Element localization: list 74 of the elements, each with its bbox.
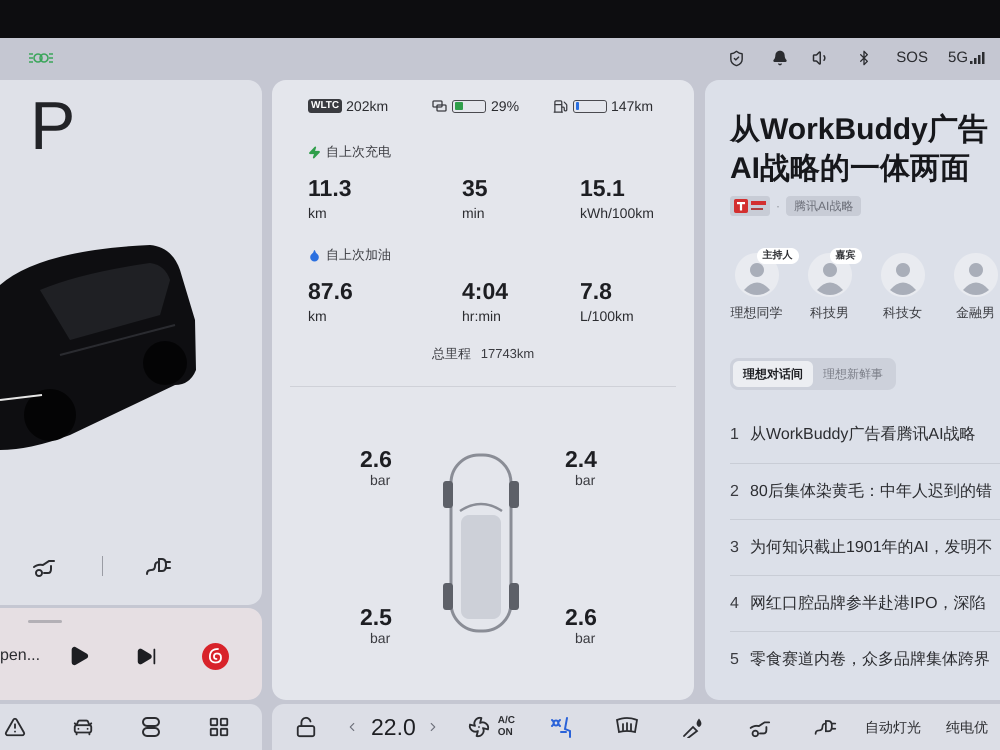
grid-icon[interactable] <box>208 716 230 738</box>
news-headline[interactable]: 80后集体染黄毛：中年人迟到的错 <box>750 480 992 504</box>
host-name: 科技男 <box>810 305 849 321</box>
fuel-pump-icon <box>553 98 568 114</box>
switch-icon[interactable] <box>140 716 162 738</box>
news-logo-icon <box>730 196 770 216</box>
battery-percentage: 29% <box>491 96 520 116</box>
wltc-badge: WLTC <box>308 99 342 113</box>
track-title: pen... <box>0 646 40 666</box>
trip-stat-value: 87.6 <box>308 278 353 304</box>
list-number: 5 <box>730 650 740 670</box>
role-badge: 嘉宾 <box>830 248 862 264</box>
drag-handle[interactable] <box>28 620 62 623</box>
news-headline[interactable]: 为何知识截止1901年的AI，发明不 <box>750 536 993 560</box>
host-name: 金融男 <box>956 305 995 321</box>
list-number: 2 <box>730 482 740 502</box>
fan-icon <box>468 716 490 738</box>
open-lock-icon[interactable] <box>295 716 317 738</box>
odometer-value: 17743km <box>480 345 534 364</box>
seat-fan-icon[interactable] <box>549 715 573 739</box>
news-headline[interactable]: 从WorkBuddy广告看腾讯AI战略 <box>750 423 976 447</box>
warning-icon[interactable] <box>4 716 26 738</box>
network-label: 5G <box>948 48 968 68</box>
tire-pressure-unit: bar <box>370 630 392 646</box>
trip-stat-value: 7.8 <box>580 278 612 304</box>
trip-stat-unit: L/100km <box>580 308 634 324</box>
trip-stat-value: 15.1 <box>580 175 625 201</box>
article-title: 从WorkBuddy广告 AI战略的一体两面 <box>730 112 988 187</box>
list-number: 1 <box>730 425 740 445</box>
lightning-icon <box>308 146 321 158</box>
tire-pressure-unit: bar <box>575 472 596 488</box>
trip-stat-unit: min <box>462 205 485 221</box>
trip-stat-unit: hr:min <box>462 308 501 324</box>
drop-icon <box>308 248 321 262</box>
separator-dot: · <box>776 198 780 215</box>
role-badge: 主持人 <box>756 248 798 264</box>
music-app-icon[interactable] <box>202 642 229 670</box>
tire-pressure-unit: bar <box>575 630 596 646</box>
trip-stat-unit: km <box>308 308 327 324</box>
news-headline[interactable]: 零食赛道内卷，众多品牌集体跨界 <box>750 648 990 672</box>
tire-pressure-value: 2.6 <box>565 604 598 630</box>
tire-pressure-value: 2.5 <box>360 604 393 630</box>
bell-icon <box>772 50 788 66</box>
news-headline[interactable]: 网红口腔品牌参半赴港IPO，深陷 <box>750 592 986 616</box>
gear-indicator: P <box>29 87 76 160</box>
tab[interactable]: 理想对话间 <box>733 361 813 387</box>
host-name: 科技女 <box>883 305 922 321</box>
range-value: 202km <box>346 96 388 116</box>
tire-pressure-value: 2.4 <box>565 446 598 472</box>
host-name: 理想同学 <box>730 305 782 321</box>
trip-stat-unit: kWh/100km <box>580 205 654 221</box>
skip-forward-icon <box>136 646 157 666</box>
trip-stat-unit: km <box>308 205 327 221</box>
signal-icon <box>970 52 986 64</box>
shield-icon <box>728 50 746 66</box>
ev-priority-button[interactable]: 纯电优 <box>946 716 988 738</box>
auto-lights-button[interactable]: 自动灯光 <box>865 716 921 738</box>
battery-icon <box>432 100 447 112</box>
list-number: 3 <box>730 538 740 558</box>
trip-section-title: 自上次加油 <box>326 246 391 264</box>
odometer-label: 总里程 <box>432 345 471 364</box>
ac-button[interactable]: A/C ON <box>468 715 515 739</box>
tire-pressure-value: 2.6 <box>360 446 393 472</box>
parking-lights-icon <box>28 50 54 66</box>
next-track-button[interactable] <box>136 646 157 666</box>
trip-section-title: 自上次充电 <box>326 143 391 162</box>
fuel-range: 147km <box>611 96 654 116</box>
trip-stat-value: 35 <box>462 175 488 201</box>
list-number: 4 <box>730 594 740 614</box>
trip-stat-value: 11.3 <box>308 175 352 201</box>
tire-pressure-unit: bar <box>370 472 392 488</box>
sos-label[interactable]: SOS <box>896 46 928 70</box>
temperature-value: 22.0 <box>371 712 416 742</box>
trip-stat-value: 4:04 <box>462 278 508 304</box>
